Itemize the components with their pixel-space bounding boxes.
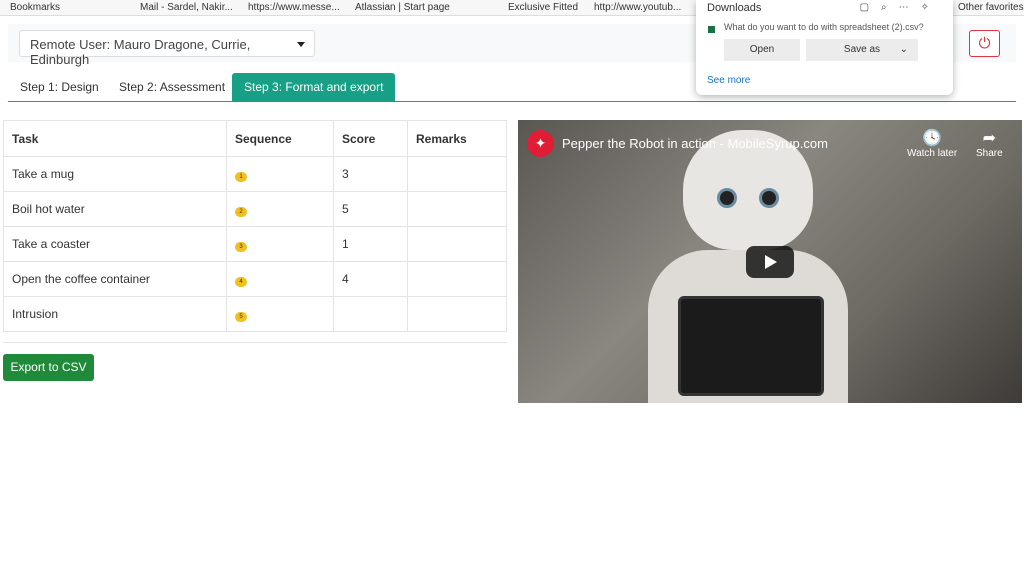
bookmark-item[interactable]: http://www.youtub...	[594, 2, 681, 14]
watch-later-label: Watch later	[907, 148, 958, 159]
score-cell: 4	[333, 261, 408, 297]
play-button[interactable]	[746, 246, 794, 278]
remarks-cell	[407, 261, 507, 297]
channel-logo-icon[interactable]: ✦	[527, 130, 554, 157]
table-row: Open the coffee container 4 4	[3, 261, 507, 297]
sequence-badge: 4	[235, 277, 247, 287]
score-cell: 3	[333, 156, 408, 192]
bookmark-item[interactable]: Mail - Sardel, Nakir...	[140, 2, 233, 14]
task-cell: Boil hot water	[3, 191, 227, 227]
video-player[interactable]: ✦ Pepper the Robot in action - MobileSyr…	[518, 120, 1022, 403]
sequence-cell: 2	[226, 191, 334, 227]
save-as-label: Save as	[843, 44, 881, 55]
task-cell: Open the coffee container	[3, 261, 227, 297]
save-as-button[interactable]: Save as ⌄	[806, 39, 918, 61]
downloads-title: Downloads	[707, 2, 762, 14]
bookmark-item[interactable]: Bookmarks	[10, 2, 60, 14]
downloads-toolbar-icons[interactable]: ▢⌕⋯✧	[860, 2, 941, 13]
header-remarks: Remarks	[407, 120, 507, 157]
downloads-panel: Downloads ▢⌕⋯✧ What do you want to do wi…	[696, 0, 953, 95]
see-more-link[interactable]: See more	[707, 75, 750, 86]
table-row: Take a mug 1 3	[3, 156, 507, 192]
sequence-badge: 1	[235, 172, 247, 182]
sequence-cell: 4	[226, 261, 334, 297]
chevron-down-icon[interactable]: ⌄	[900, 39, 908, 61]
share-label: Share	[976, 148, 1003, 159]
score-cell: 5	[333, 191, 408, 227]
remarks-cell	[407, 296, 507, 332]
caret-down-icon	[297, 42, 305, 47]
tab-design[interactable]: Step 1: Design	[8, 73, 111, 102]
task-cell: Intrusion	[3, 296, 227, 332]
remote-user-label: Remote User: Mauro Dragone, Currie, Edin…	[30, 37, 251, 67]
remote-user-select[interactable]: Remote User: Mauro Dragone, Currie, Edin…	[19, 30, 315, 67]
sequence-badge: 2	[235, 207, 247, 217]
header-score: Score	[333, 120, 408, 157]
share-button[interactable]: ➦ Share	[976, 128, 1003, 159]
task-cell: Take a mug	[3, 156, 227, 192]
open-button[interactable]: Open	[724, 39, 800, 61]
remarks-cell	[407, 226, 507, 262]
divider	[3, 342, 507, 343]
sequence-badge: 5	[235, 312, 247, 322]
score-cell: 1	[333, 226, 408, 262]
sequence-cell: 5	[226, 296, 334, 332]
task-cell: Take a coaster	[3, 226, 227, 262]
table-row: Take a coaster 3 1	[3, 226, 507, 262]
video-thumbnail-tablet	[678, 296, 824, 396]
tab-format-export[interactable]: Step 3: Format and export	[232, 73, 396, 102]
bookmark-item[interactable]: Atlassian | Start page	[355, 2, 450, 14]
bookmark-item[interactable]: Exclusive Fitted	[508, 2, 578, 14]
remarks-cell	[407, 156, 507, 192]
excel-file-icon	[708, 26, 715, 33]
power-button[interactable]: ⏻	[969, 30, 1000, 57]
share-icon: ➦	[982, 130, 997, 147]
tab-assessment[interactable]: Step 2: Assessment	[107, 73, 237, 102]
table-header: Task Sequence Score Remarks	[3, 120, 507, 157]
score-cell	[333, 296, 408, 332]
table-row: Boil hot water 2 5	[3, 191, 507, 227]
sequence-cell: 3	[226, 226, 334, 262]
export-csv-button[interactable]: Export to CSV	[3, 354, 94, 381]
header-sequence: Sequence	[226, 120, 334, 157]
clock-icon: 🕓	[922, 130, 943, 147]
task-table: Task Sequence Score Remarks Take a mug 1 3…	[3, 120, 507, 332]
sequence-cell: 1	[226, 156, 334, 192]
video-title[interactable]: Pepper the Robot in action - MobileSyrup…	[562, 136, 828, 151]
bookmark-item[interactable]: Other favorites	[958, 2, 1024, 14]
sequence-badge: 3	[235, 242, 247, 252]
remarks-cell	[407, 191, 507, 227]
bookmark-item[interactable]: https://www.messe...	[248, 2, 340, 14]
table-row: Intrusion 5	[3, 296, 507, 332]
download-question: What do you want to do with spreadsheet …	[724, 22, 924, 32]
watch-later-button[interactable]: 🕓 Watch later	[907, 128, 957, 159]
header-task: Task	[3, 120, 227, 157]
power-icon: ⏻	[978, 35, 991, 52]
